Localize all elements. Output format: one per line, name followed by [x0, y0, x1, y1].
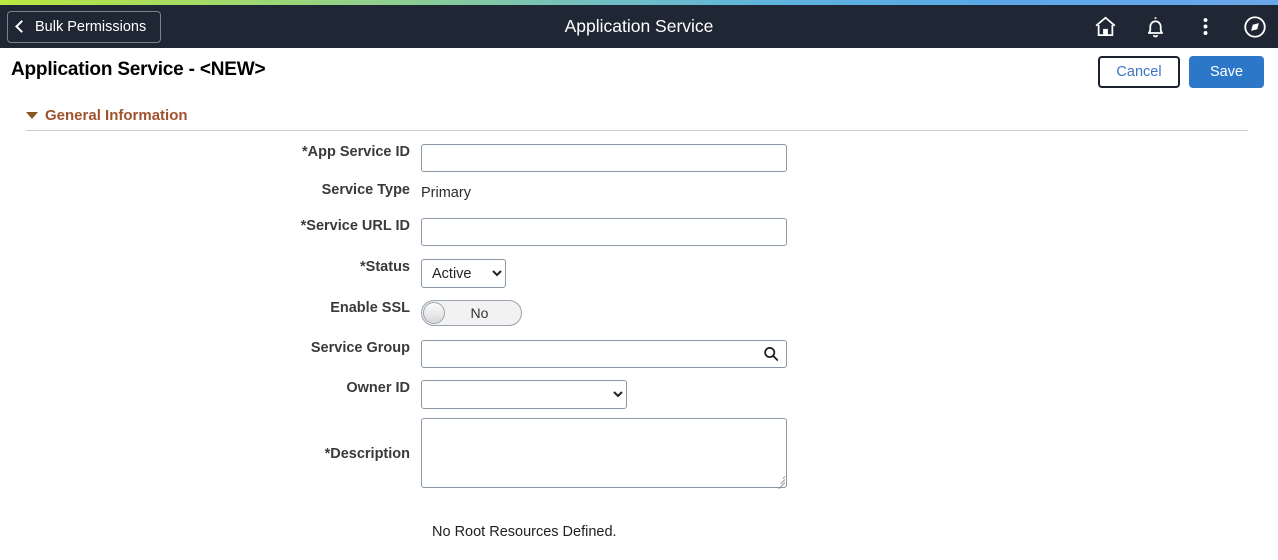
no-root-resources-message: No Root Resources Defined.: [432, 524, 617, 540]
top-navigation-bar: Bulk Permissions Application Service: [0, 5, 1278, 48]
status-label: *Status: [360, 259, 410, 275]
service-url-id-label: *Service URL ID: [300, 218, 410, 234]
caret-down-icon: [26, 112, 38, 119]
owner-id-select[interactable]: [421, 380, 627, 409]
save-button[interactable]: Save: [1189, 56, 1264, 88]
chevron-left-icon: [15, 20, 28, 33]
actions-kebab-icon[interactable]: [1190, 12, 1220, 42]
form-row-status: *Status ActiveInactive: [0, 259, 506, 288]
navigator-compass-icon[interactable]: [1240, 12, 1270, 42]
service-type-label: Service Type: [321, 182, 410, 198]
service-group-control: [421, 340, 787, 368]
service-group-lookup-wrapper: [421, 340, 787, 368]
nav-bar-title: Application Service: [564, 16, 714, 36]
notification-bell-icon[interactable]: [1140, 12, 1170, 42]
service-group-label: Service Group: [310, 340, 410, 356]
toggle-knob: [423, 302, 445, 324]
back-button-label: Bulk Permissions: [35, 19, 147, 35]
owner-id-label: Owner ID: [346, 380, 410, 396]
form-row-service-url-id: *Service URL ID: [0, 218, 787, 246]
owner-id-control: [421, 380, 627, 409]
service-url-id-input[interactable]: [421, 218, 787, 246]
cancel-button[interactable]: Cancel: [1098, 56, 1180, 88]
section-divider: [26, 130, 1248, 131]
form-row-app-service-id: *App Service ID: [0, 144, 787, 172]
search-lookup-icon[interactable]: [762, 345, 780, 363]
page-title-bar: Application Service - <NEW> Cancel Save: [0, 48, 1278, 96]
form-row-owner-id: Owner ID: [0, 380, 627, 409]
enable-ssl-control: No: [421, 300, 522, 326]
form-row-service-group: Service Group: [0, 340, 787, 368]
status-control: ActiveInactive: [421, 259, 506, 288]
home-icon[interactable]: [1090, 12, 1120, 42]
enable-ssl-label: Enable SSL: [330, 300, 410, 316]
app-service-id-control: [421, 144, 787, 172]
back-to-bulk-permissions-button[interactable]: Bulk Permissions: [7, 11, 162, 43]
app-service-id-label: *App Service ID: [302, 144, 410, 160]
service-type-control: Primary: [421, 182, 471, 203]
form-row-description: *Description: [0, 418, 787, 490]
description-label: *Description: [324, 446, 410, 462]
nav-bar-icon-group: [1090, 5, 1270, 48]
form-row-service-type: Service Type Primary: [0, 182, 471, 203]
app-service-id-input[interactable]: [421, 144, 787, 172]
service-group-input[interactable]: [421, 340, 787, 368]
description-control: [421, 418, 787, 490]
page-title: Application Service - <NEW>: [11, 59, 266, 80]
general-information-section-title: General Information: [45, 107, 188, 124]
description-textarea[interactable]: [421, 418, 787, 488]
enable-ssl-toggle[interactable]: No: [421, 300, 522, 326]
status-select[interactable]: ActiveInactive: [421, 259, 506, 288]
form-row-enable-ssl: Enable SSL No: [0, 300, 522, 326]
page-action-buttons: Cancel Save: [1098, 56, 1264, 88]
general-information-section-toggle[interactable]: General Information: [26, 107, 188, 124]
service-type-value: Primary: [421, 185, 471, 201]
service-url-id-control: [421, 218, 787, 246]
